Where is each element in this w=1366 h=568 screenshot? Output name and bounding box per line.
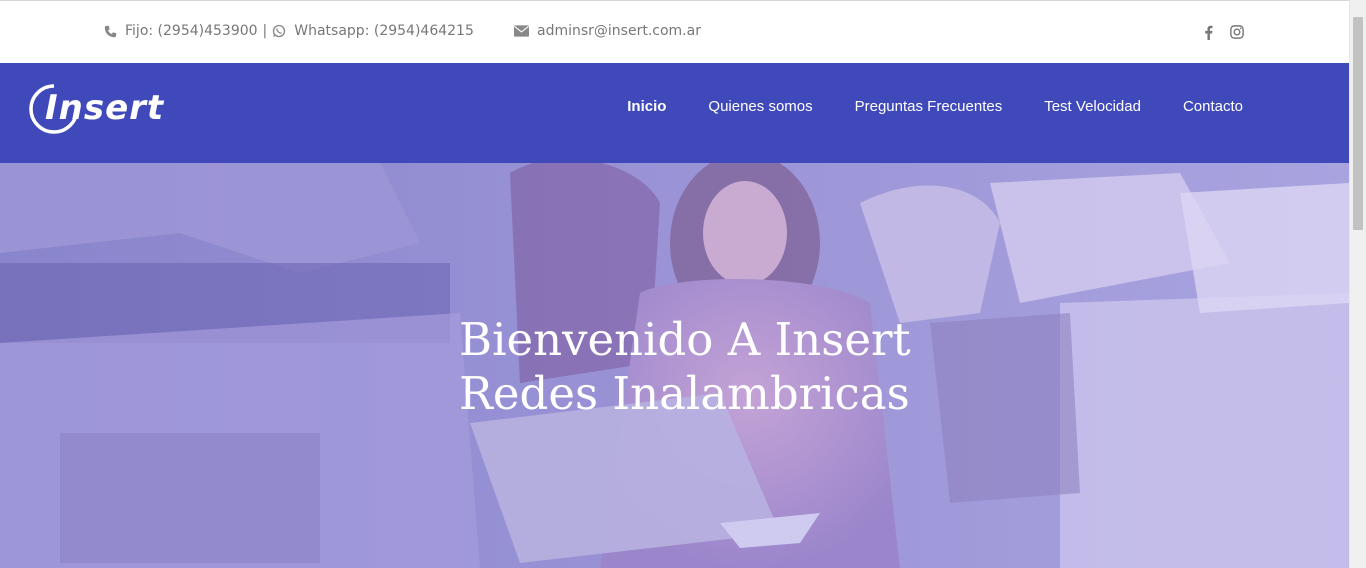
- main-menu: Inicio Quienes somos Preguntas Frecuente…: [627, 98, 1243, 115]
- email-info[interactable]: adminsr@insert.com.ar: [514, 23, 701, 39]
- top-info-bar: Fijo: (2954)453900 | Whatsapp: (2954)464…: [0, 0, 1349, 63]
- hero-title: Bienvenido A Insert Redes Inalambricas: [459, 313, 911, 421]
- whatsapp-text: Whatsapp: (2954)464215: [294, 23, 474, 39]
- nav-item-quienes-somos[interactable]: Quienes somos: [708, 98, 812, 115]
- whatsapp-icon: [273, 24, 286, 38]
- hero-title-line1: Bienvenido A Insert: [459, 313, 911, 366]
- nav-item-preguntas-frecuentes[interactable]: Preguntas Frecuentes: [855, 98, 1003, 115]
- social-links: [1198, 22, 1247, 42]
- envelope-icon: [514, 25, 529, 37]
- instagram-icon[interactable]: [1227, 22, 1247, 42]
- hero-banner: Bienvenido A Insert Redes Inalambricas: [0, 163, 1349, 568]
- phone-text: Fijo: (2954)453900: [125, 23, 258, 39]
- facebook-icon[interactable]: [1198, 22, 1218, 42]
- phone-info: Fijo: (2954)453900 | Whatsapp: (2954)464…: [104, 23, 474, 39]
- separator: |: [262, 23, 268, 39]
- nav-item-test-velocidad[interactable]: Test Velocidad: [1044, 98, 1141, 115]
- nav-item-inicio[interactable]: Inicio: [627, 98, 666, 115]
- nav-item-contacto[interactable]: Contacto: [1183, 98, 1243, 115]
- email-text[interactable]: adminsr@insert.com.ar: [537, 23, 701, 39]
- scrollbar-thumb[interactable]: [1353, 17, 1363, 230]
- insert-logo[interactable]: Insert: [27, 82, 177, 136]
- logo-text: Insert: [45, 88, 165, 128]
- hero-title-line2: Redes Inalambricas: [459, 367, 910, 420]
- phone-icon: [104, 25, 117, 37]
- main-navbar: Insert Inicio Quienes somos Preguntas Fr…: [0, 63, 1349, 163]
- page-scrollbar[interactable]: [1349, 0, 1366, 568]
